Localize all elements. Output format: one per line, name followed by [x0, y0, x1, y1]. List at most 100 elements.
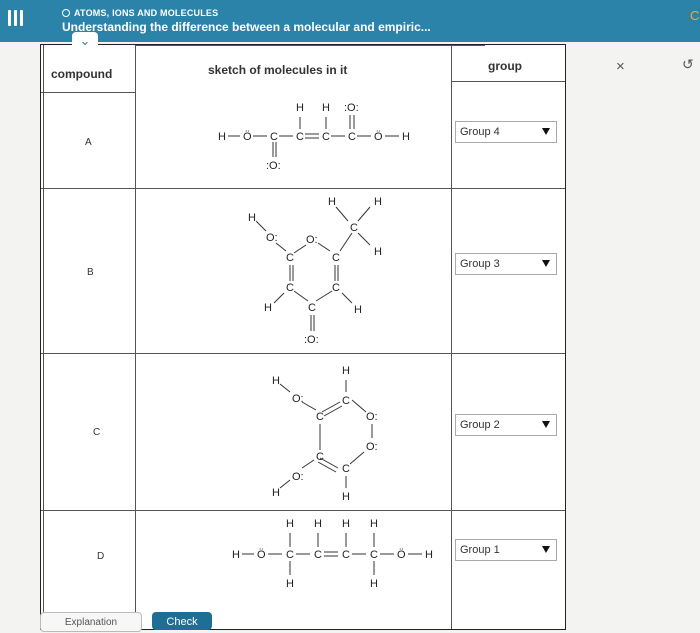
atom-o: Ö — [397, 549, 406, 561]
atom-o: O: — [292, 471, 304, 483]
menu-icon[interactable] — [8, 10, 24, 26]
bond — [339, 232, 353, 252]
atom-c: C — [286, 549, 294, 561]
atom-h: H — [218, 131, 226, 143]
bond — [315, 290, 333, 302]
dropdown-arrow-icon — [542, 546, 550, 553]
atom-o: :O: — [266, 160, 281, 172]
compound-label-a: A — [85, 137, 92, 148]
grid-line — [451, 81, 565, 82]
bond — [317, 461, 337, 473]
atom-c: C — [316, 451, 324, 463]
atom-c: C — [296, 131, 304, 143]
atom-o: O: — [306, 234, 318, 246]
partial-indicator: C — [690, 8, 700, 23]
compound-table: compound sketch of molecules in it group… — [40, 44, 566, 630]
atom-h: H — [354, 304, 362, 316]
atom-o: Ö — [243, 131, 252, 143]
grid-line — [451, 45, 452, 629]
bond — [255, 220, 267, 232]
group-select-value: Group 1 — [460, 544, 500, 556]
check-button[interactable]: Check — [152, 612, 212, 630]
compound-label-c: C — [93, 427, 101, 438]
atom-c: C — [348, 131, 356, 143]
atom-c: C — [342, 549, 350, 561]
bond — [273, 292, 285, 304]
grid-line — [135, 45, 485, 46]
sketch-header: sketch of molecules in it — [208, 63, 348, 77]
compound-label-d: D — [97, 551, 105, 562]
compound-header: compound — [51, 67, 113, 81]
bond — [357, 232, 371, 246]
group-select-a[interactable]: Group 4 — [455, 121, 557, 143]
close-icon[interactable]: × — [616, 58, 625, 75]
bond — [341, 292, 353, 304]
dropdown-arrow-icon — [542, 421, 550, 428]
bond — [321, 401, 341, 413]
page-title: Understanding the difference between a m… — [62, 20, 431, 34]
bond — [279, 479, 291, 489]
circle-icon — [62, 9, 70, 17]
atom-h: H — [342, 518, 350, 530]
atom-h: H — [402, 131, 410, 143]
group-select-value: Group 2 — [460, 419, 500, 431]
atom-o: Ö — [257, 549, 266, 561]
atom-o: :O: — [304, 334, 319, 346]
group-select-value: Group 3 — [460, 258, 500, 270]
bond — [301, 401, 317, 411]
atom-h: H — [370, 518, 378, 530]
atom-c: C — [314, 549, 322, 561]
atom-c: C — [350, 222, 358, 234]
bond — [279, 383, 291, 393]
topic-label: ATOMS, IONS AND MOLECULES — [62, 8, 218, 18]
atom-h: H — [322, 102, 330, 114]
atom-h: H — [264, 302, 272, 314]
atom-h: H — [232, 549, 240, 561]
chevron-down-icon[interactable]: ⌄ — [72, 32, 98, 52]
group-select-d[interactable]: Group 1 — [455, 539, 557, 561]
bond — [351, 399, 367, 413]
grid-line — [41, 92, 135, 93]
bond — [293, 290, 309, 302]
atom-h: H — [328, 196, 336, 208]
undo-icon[interactable]: ↺ — [682, 56, 694, 73]
atom-c: C — [322, 131, 330, 143]
bond — [301, 459, 315, 469]
atom-c: C — [342, 463, 350, 475]
bond — [349, 451, 365, 465]
group-select-b[interactable]: Group 3 — [455, 253, 557, 275]
atom-o: O: — [366, 411, 378, 423]
atom-h: H — [374, 246, 382, 258]
atom-c: C — [286, 252, 294, 264]
group-select-c[interactable]: Group 2 — [455, 414, 557, 436]
atom-o: :O: — [344, 102, 359, 114]
atom-c: C — [370, 549, 378, 561]
bond — [357, 206, 371, 222]
atom-c: C — [342, 395, 350, 407]
atom-h: H — [272, 487, 280, 499]
atom-h: H — [248, 212, 256, 224]
compound-label-b: B — [87, 267, 94, 278]
atom-c: C — [270, 131, 278, 143]
bond — [335, 206, 349, 222]
bond — [323, 405, 343, 417]
molecule-sketch-b: H O: C C H C :O: C H C O: C H H H — [248, 196, 382, 346]
molecule-sketch-a: H Ö C :O: C H C H C :O: Ö H — [218, 102, 410, 172]
molecule-sketch-c: H O: C C H O: O: C H C O: H — [272, 365, 378, 503]
group-select-value: Group 4 — [460, 126, 500, 138]
atom-c: C — [316, 411, 324, 423]
atom-h: H — [296, 102, 304, 114]
atom-h: H — [342, 491, 350, 503]
dropdown-arrow-icon — [542, 260, 550, 267]
grid-line — [43, 45, 44, 629]
atom-c: C — [286, 282, 294, 294]
atom-h: H — [286, 578, 294, 590]
atom-h: H — [342, 365, 350, 377]
atom-c: C — [308, 302, 316, 314]
dropdown-arrow-icon — [542, 128, 550, 135]
top-bar: ATOMS, IONS AND MOLECULES Understanding … — [0, 0, 700, 42]
explanation-button[interactable]: Explanation — [40, 612, 142, 632]
atom-o: O: — [266, 232, 278, 244]
bond — [293, 244, 307, 254]
atom-h: H — [370, 578, 378, 590]
